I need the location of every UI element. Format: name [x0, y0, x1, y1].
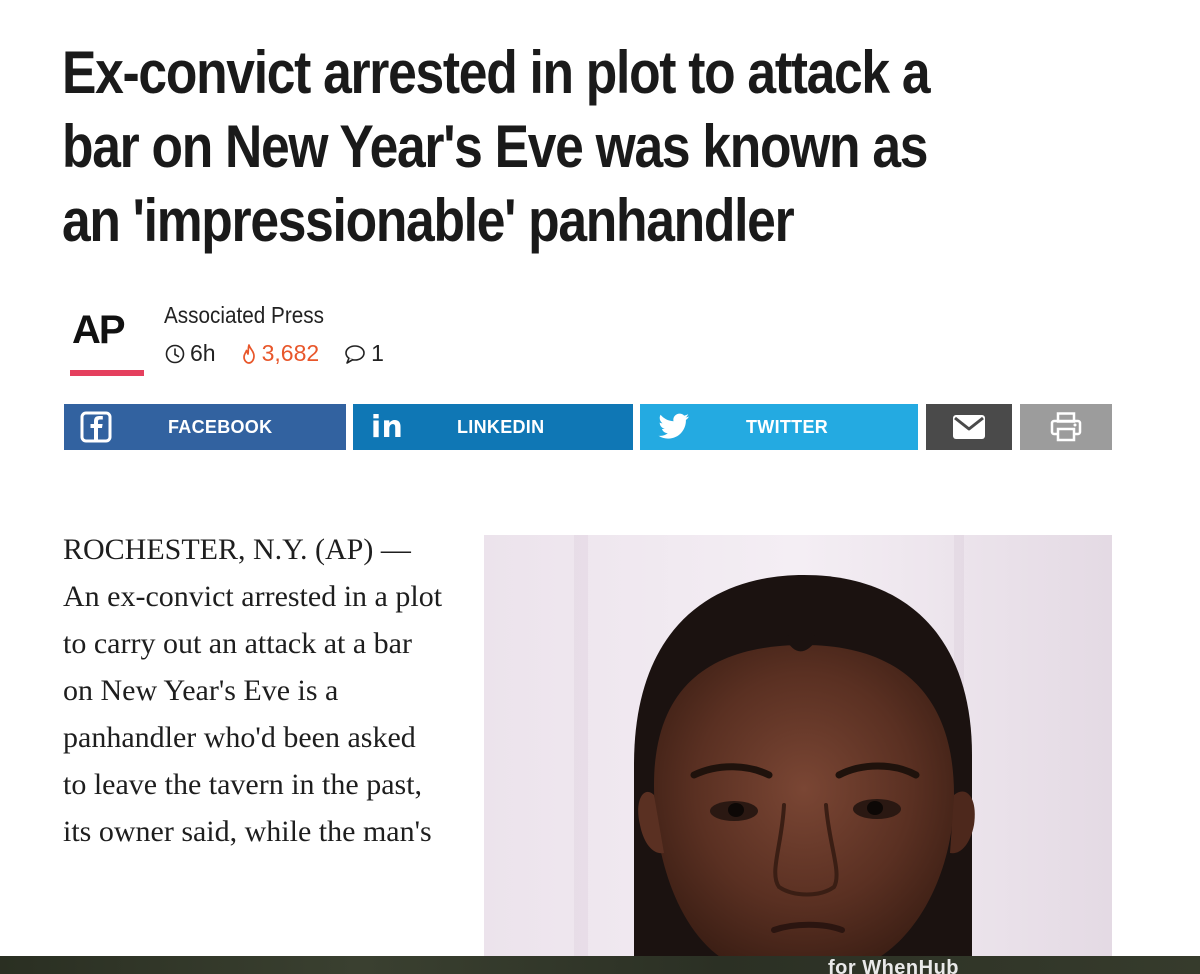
- print-icon: [1020, 404, 1112, 450]
- time-ago: 6h: [164, 340, 216, 367]
- view-count: 3,682: [240, 340, 320, 367]
- ap-logo-underline: [70, 370, 144, 376]
- clock-icon: [165, 344, 185, 363]
- twitter-label: TWITTER: [746, 417, 829, 437]
- view-count-text: 3,682: [261, 340, 320, 366]
- suspect-photo-illustration: [484, 535, 1112, 965]
- time-ago-text: 6h: [190, 340, 216, 366]
- ad-banner[interactable]: for WhenHub: [0, 956, 1200, 974]
- comment-icon: [345, 344, 365, 364]
- comment-count-text: 1: [371, 340, 384, 366]
- twitter-icon: [652, 404, 696, 450]
- linkedin-share-button[interactable]: in LINKEDIN: [353, 404, 633, 450]
- linkedin-icon: in: [370, 409, 404, 445]
- linkedin-label: LINKEDIN: [457, 417, 545, 437]
- twitter-share-button[interactable]: TWITTER: [640, 404, 918, 450]
- facebook-share-button[interactable]: FACEBOOK: [64, 404, 346, 450]
- article-meta: 6h 3,682 1: [164, 340, 408, 367]
- share-bar: FACEBOOK in LINKEDIN TWITTER: [64, 404, 1112, 450]
- suspect-photo: [484, 535, 1112, 965]
- flame-icon: [242, 343, 255, 364]
- comment-count[interactable]: 1: [343, 340, 384, 367]
- byline: AP Associated Press 6h 3,682 1: [64, 296, 664, 386]
- print-button[interactable]: [1020, 404, 1112, 450]
- article-body: ROCHESTER, N.Y. (AP) — An ex-convict arr…: [63, 533, 443, 848]
- article-headline: Ex-convict arrested in plot to attack a …: [62, 39, 931, 254]
- facebook-icon: [76, 404, 116, 450]
- facebook-label: FACEBOOK: [168, 417, 273, 437]
- source-name[interactable]: Associated Press: [164, 302, 324, 329]
- ap-logo-text: AP: [72, 308, 126, 352]
- email-share-button[interactable]: [926, 404, 1012, 450]
- ad-banner-text: for WhenHub: [828, 957, 960, 974]
- email-icon: [926, 404, 1012, 450]
- ap-logo[interactable]: AP: [64, 296, 146, 380]
